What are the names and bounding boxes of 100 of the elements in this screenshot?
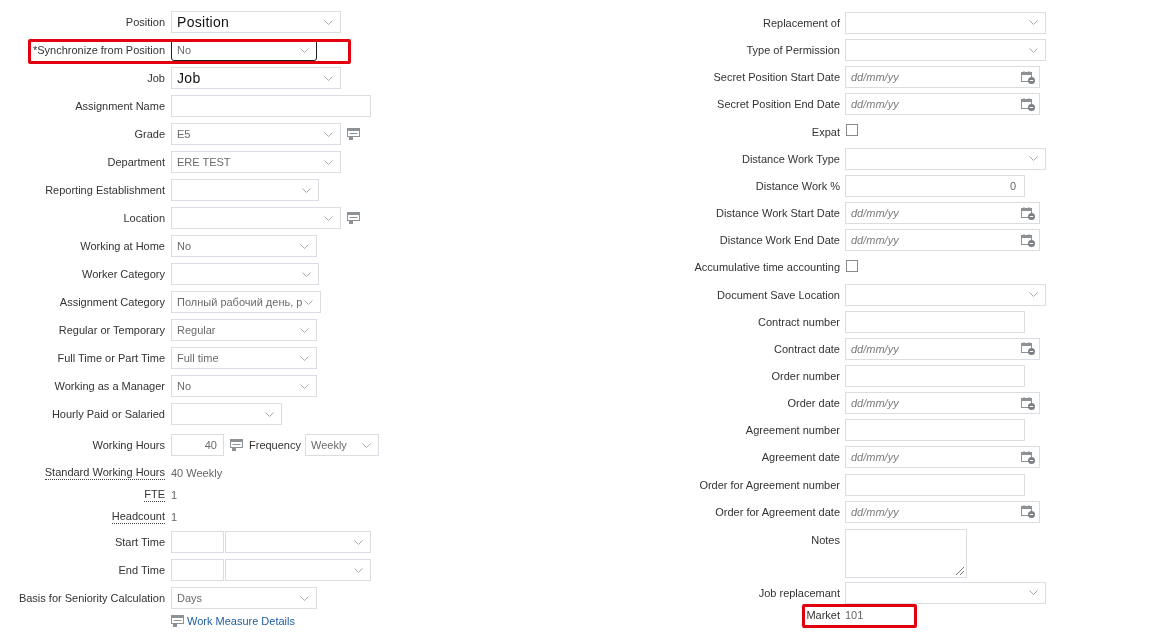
field-label: Start Time bbox=[114, 535, 165, 549]
chevron-down-icon[interactable] bbox=[300, 47, 309, 53]
dropdown-field[interactable] bbox=[225, 559, 371, 581]
field-label: Worker Category bbox=[82, 267, 165, 281]
chevron-down-icon[interactable] bbox=[300, 327, 309, 333]
dropdown-field[interactable] bbox=[845, 39, 1046, 62]
calendar-icon[interactable] bbox=[1021, 97, 1035, 111]
checkbox[interactable] bbox=[846, 124, 858, 137]
dropdown-field[interactable] bbox=[845, 147, 1046, 170]
chevron-down-icon[interactable] bbox=[300, 595, 309, 601]
dropdown-field[interactable] bbox=[225, 531, 371, 553]
chevron-down-icon[interactable] bbox=[1029, 20, 1038, 26]
dropdown-field[interactable] bbox=[845, 11, 1046, 34]
field-label: Agreement date bbox=[761, 450, 840, 465]
field-label: Frequency bbox=[249, 439, 301, 451]
calendar-icon[interactable] bbox=[1021, 206, 1035, 220]
dropdown-field[interactable]: No bbox=[171, 375, 317, 397]
chevron-down-icon[interactable] bbox=[300, 243, 309, 249]
field-label: Accumulative time accounting bbox=[694, 260, 840, 275]
dropdown-field[interactable]: Weekly bbox=[305, 434, 379, 456]
dropdown-field[interactable]: Полный рабочий день, р bbox=[171, 291, 321, 313]
chevron-down-icon[interactable] bbox=[354, 539, 363, 545]
chevron-down-icon[interactable] bbox=[1029, 156, 1038, 162]
field-label: Distance Work Start Date bbox=[716, 206, 840, 221]
field-label: Contract date bbox=[773, 341, 840, 356]
dropdown-field[interactable]: Days bbox=[171, 587, 317, 609]
dropdown-field[interactable]: No bbox=[171, 235, 317, 257]
chevron-down-icon[interactable] bbox=[304, 299, 314, 305]
resize-grip-icon[interactable] bbox=[956, 566, 964, 575]
text-field[interactable] bbox=[845, 310, 1025, 333]
date-field[interactable]: dd/mm/yy bbox=[845, 392, 1040, 415]
work-measure-link[interactable]: Work Measure Details bbox=[171, 615, 295, 627]
chevron-down-icon[interactable] bbox=[1029, 292, 1038, 298]
calendar-icon[interactable] bbox=[1021, 233, 1035, 247]
chevron-down-icon[interactable] bbox=[265, 411, 274, 417]
chevron-down-icon[interactable] bbox=[302, 271, 311, 277]
text-field[interactable] bbox=[845, 419, 1025, 442]
date-field[interactable]: dd/mm/yy bbox=[845, 229, 1040, 252]
text-field[interactable] bbox=[171, 95, 371, 117]
dropdown-field[interactable]: Position bbox=[171, 11, 341, 33]
field-label: Distance Work Type bbox=[741, 151, 840, 166]
dropdown-field[interactable]: Full time bbox=[171, 347, 317, 369]
date-field[interactable]: dd/mm/yy bbox=[845, 446, 1040, 469]
field-label: Location bbox=[123, 211, 165, 225]
date-field[interactable]: dd/mm/yy bbox=[845, 93, 1040, 116]
dropdown-field[interactable] bbox=[171, 207, 341, 229]
chevron-down-icon[interactable] bbox=[300, 355, 309, 361]
field-label: Secret Position Start Date bbox=[713, 70, 840, 85]
panel-icon[interactable] bbox=[230, 439, 243, 451]
chevron-down-icon[interactable] bbox=[1029, 47, 1038, 53]
chevron-down-icon[interactable] bbox=[1029, 590, 1038, 596]
field-label: *Synchronize from Position bbox=[32, 43, 165, 57]
dropdown-field[interactable] bbox=[845, 581, 1046, 604]
chevron-down-icon[interactable] bbox=[300, 383, 309, 389]
calendar-icon[interactable] bbox=[1021, 450, 1035, 464]
text-field[interactable] bbox=[171, 531, 224, 553]
field-label: FTE bbox=[144, 488, 165, 502]
dropdown-field[interactable]: E5 bbox=[171, 123, 341, 145]
text-field[interactable] bbox=[171, 559, 224, 581]
calendar-icon[interactable] bbox=[1021, 342, 1035, 356]
field-label: Distance Work % bbox=[755, 178, 840, 193]
field-value: 40 Weekly bbox=[171, 467, 223, 479]
field-label: Agreement number bbox=[745, 423, 840, 438]
text-field[interactable] bbox=[845, 365, 1025, 387]
chevron-down-icon[interactable] bbox=[324, 19, 333, 25]
date-field[interactable]: dd/mm/yy bbox=[845, 500, 1040, 523]
dropdown-field[interactable]: ERE TEST bbox=[171, 151, 341, 173]
dropdown-field[interactable]: Regular bbox=[171, 319, 317, 341]
panel-icon[interactable] bbox=[171, 615, 184, 627]
dropdown-field[interactable] bbox=[845, 283, 1046, 306]
chevron-down-icon[interactable] bbox=[324, 75, 333, 81]
panel-icon[interactable] bbox=[347, 212, 360, 224]
field-value: 1 bbox=[171, 489, 178, 501]
calendar-icon[interactable] bbox=[1021, 396, 1035, 410]
calendar-icon[interactable] bbox=[1021, 70, 1035, 84]
number-field[interactable]: 0 bbox=[845, 174, 1025, 197]
date-field[interactable]: dd/mm/yy bbox=[845, 66, 1040, 89]
dropdown-field[interactable] bbox=[171, 403, 282, 425]
chevron-down-icon[interactable] bbox=[324, 215, 333, 221]
field-label: Headcount bbox=[111, 510, 165, 524]
dropdown-field[interactable] bbox=[171, 263, 319, 285]
chevron-down-icon[interactable] bbox=[354, 567, 363, 573]
chevron-down-icon[interactable] bbox=[362, 442, 371, 448]
dropdown-field[interactable] bbox=[171, 179, 319, 201]
chevron-down-icon[interactable] bbox=[324, 159, 333, 165]
checkbox[interactable] bbox=[846, 259, 858, 272]
date-field[interactable]: dd/mm/yy bbox=[845, 202, 1040, 225]
date-field[interactable]: dd/mm/yy bbox=[845, 337, 1040, 360]
dropdown-field[interactable]: Job bbox=[171, 67, 341, 89]
field-value: 1 bbox=[171, 511, 178, 523]
field-label: Contract number bbox=[758, 314, 840, 329]
field-label: Grade bbox=[134, 127, 165, 141]
field-label: Working at Home bbox=[80, 239, 165, 253]
panel-icon[interactable] bbox=[347, 128, 360, 140]
chevron-down-icon[interactable] bbox=[324, 131, 333, 137]
number-field[interactable]: 40 bbox=[171, 434, 224, 456]
field-label: Hourly Paid or Salaried bbox=[51, 407, 165, 421]
chevron-down-icon[interactable] bbox=[302, 187, 311, 193]
calendar-icon[interactable] bbox=[1021, 505, 1035, 519]
text-field[interactable] bbox=[845, 473, 1025, 496]
